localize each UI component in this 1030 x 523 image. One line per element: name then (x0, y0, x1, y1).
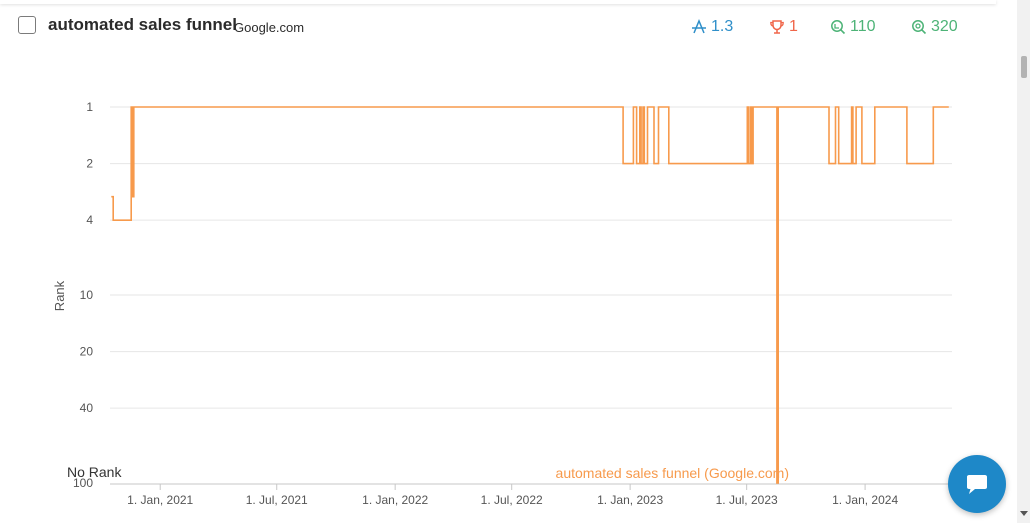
y-tick-label: 2 (86, 157, 93, 171)
scrollbar-thumb[interactable] (1021, 56, 1027, 78)
series-label: automated sales funnel (Google.com) (556, 465, 789, 481)
x-tick-label: 1. Jan, 2021 (127, 493, 193, 507)
y-tick-label: 20 (80, 345, 94, 359)
x-tick-label: 1. Jan, 2023 (597, 493, 663, 507)
chart-text: Rank No Rank automated sales funnel (Googl… (52, 280, 789, 481)
chat-button[interactable] (948, 455, 1006, 513)
x-tick-label: 1. Jul, 2023 (716, 493, 778, 507)
rank-chart: 124102040100 1. Jan, 2021 1. Jul, 2021 1. … (52, 100, 952, 507)
y-tick-label: 1 (86, 100, 93, 114)
scrollbar-track[interactable] (1017, 0, 1030, 523)
y-tick-label: 10 (80, 288, 94, 302)
y-tick-labels: 124102040100 (73, 100, 93, 490)
y-axis-title: Rank (52, 280, 67, 311)
y-tick-label: 4 (86, 213, 93, 227)
x-tick-label: 1. Jan, 2024 (832, 493, 898, 507)
x-tick-label: 1. Jul, 2022 (481, 493, 543, 507)
x-tick-label: 1. Jan, 2022 (362, 493, 428, 507)
x-axis: 1. Jan, 2021 1. Jul, 2021 1. Jan, 2022 1. J… (110, 483, 952, 507)
scroll-down-arrow-icon[interactable] (1020, 511, 1028, 516)
no-rank-label: No Rank (67, 464, 122, 480)
y-tick-label: 40 (80, 401, 94, 415)
chat-bubble-icon (967, 475, 987, 494)
grid-layer (110, 106, 952, 409)
x-tick-label: 1. Jul, 2021 (246, 493, 308, 507)
